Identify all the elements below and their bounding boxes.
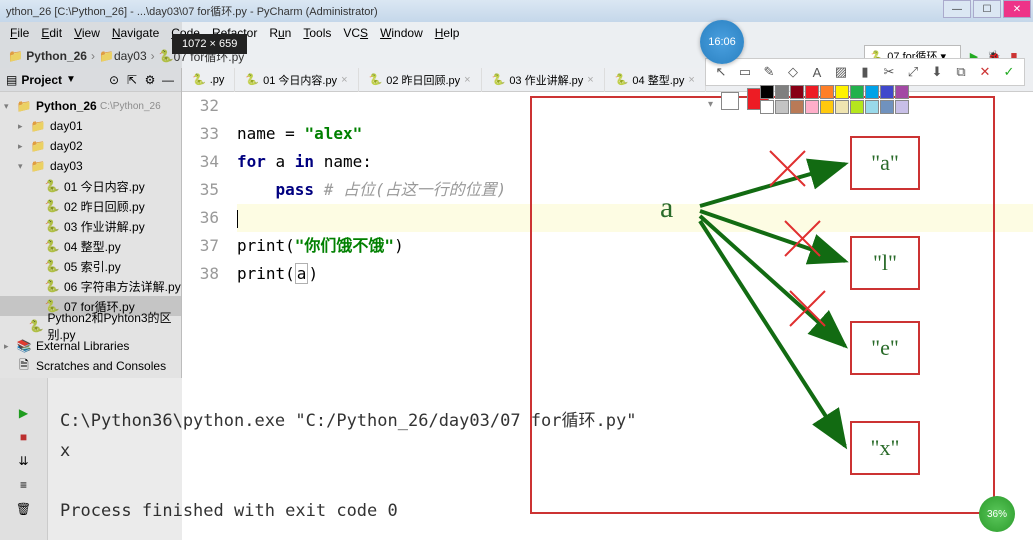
maximize-button[interactable]: ☐: [973, 0, 1001, 18]
swatch[interactable]: [850, 100, 864, 114]
menu-tools[interactable]: Tools: [297, 26, 337, 40]
swatch[interactable]: [895, 100, 909, 114]
tab-3[interactable]: 🐍03 作业讲解.py×: [482, 68, 605, 92]
swatch[interactable]: [835, 85, 849, 99]
tree-file-diff[interactable]: 🐍Python2和Pyhton3的区别.py: [0, 316, 181, 336]
swatch[interactable]: [865, 85, 879, 99]
swatch[interactable]: [760, 85, 774, 99]
tab-0[interactable]: 🐍.py: [182, 68, 235, 92]
swatch[interactable]: [880, 100, 894, 114]
sidebar-settings-icon[interactable]: ⚙: [143, 73, 157, 87]
menu-help[interactable]: Help: [429, 26, 466, 40]
tree-file-05[interactable]: 🐍05 索引.py: [0, 256, 181, 276]
tree-file-03[interactable]: 🐍03 作业讲解.py: [0, 216, 181, 236]
menu-vcs[interactable]: VCS: [337, 26, 374, 40]
swatch[interactable]: [850, 85, 864, 99]
window-title: ython_26 [C:\Python_26] - ...\day03\07 f…: [6, 3, 378, 19]
swatch[interactable]: [790, 85, 804, 99]
color-palette[interactable]: [760, 85, 909, 114]
fill-icon[interactable]: ▨: [832, 63, 850, 81]
swatch[interactable]: [775, 85, 789, 99]
dimension-badge: 1072 × 659: [172, 34, 247, 54]
menu-run[interactable]: Run: [263, 26, 297, 40]
swatch[interactable]: [895, 85, 909, 99]
diagram-box-x: "x": [850, 421, 920, 475]
minimize-button[interactable]: —: [943, 0, 971, 18]
tree-file-02[interactable]: 🐍02 昨日回顾.py: [0, 196, 181, 216]
sidebar-locate-icon[interactable]: ⇱: [125, 73, 139, 87]
shapes-icon[interactable]: ◇: [784, 63, 802, 81]
close-icon[interactable]: ×: [464, 74, 470, 86]
diagram-var: a: [660, 191, 673, 225]
menu-view[interactable]: View: [68, 26, 106, 40]
annotation-toolbar: ↖ ▭ ✎ ◇ A ▨ ▮ ✂ ⤢ ⬇ ⧉ ✕ ✓: [705, 58, 1025, 86]
tab-4[interactable]: 🐍04 整型.py×: [605, 68, 706, 92]
sidebar-title: Project: [21, 73, 62, 87]
close-button[interactable]: ✕: [1003, 0, 1031, 18]
select-icon[interactable]: ▭: [736, 63, 754, 81]
close-icon[interactable]: ×: [341, 74, 347, 86]
resize-icon[interactable]: ⤢: [904, 63, 922, 81]
menu-bar: File Edit View Navigate Code Refactor Ru…: [0, 22, 1033, 44]
diagram-box-e: "e": [850, 321, 920, 375]
text-icon[interactable]: A: [808, 63, 826, 81]
tab-1[interactable]: 🐍01 今日内容.py×: [235, 68, 358, 92]
tree-file-01[interactable]: 🐍01 今日内容.py: [0, 176, 181, 196]
swatch[interactable]: [820, 85, 834, 99]
tree-day01[interactable]: ▸📁day01: [0, 116, 181, 136]
close-icon[interactable]: ×: [587, 74, 593, 86]
menu-window[interactable]: Window: [374, 26, 429, 40]
rerun-icon[interactable]: ▶: [17, 406, 31, 420]
title-bar: ython_26 [C:\Python_26] - ...\day03\07 f…: [0, 0, 1033, 22]
cursor-icon[interactable]: ↖: [712, 63, 730, 81]
swatch[interactable]: [880, 85, 894, 99]
menu-edit[interactable]: Edit: [35, 26, 68, 40]
swatch[interactable]: [820, 100, 834, 114]
swatch[interactable]: [865, 100, 879, 114]
run-trash-icon[interactable]: 🗑: [17, 502, 31, 516]
copy-icon[interactable]: ⧉: [952, 63, 970, 81]
tree-scratches[interactable]: 🗎Scratches and Consoles: [0, 356, 181, 376]
swatch-brush[interactable]: [721, 92, 739, 110]
breadcrumb-folder[interactable]: day03: [114, 49, 147, 63]
zoom-badge: 36%: [979, 496, 1015, 532]
sidebar-hide-icon[interactable]: —: [161, 73, 175, 87]
diagram-box-a: "a": [850, 136, 920, 190]
undo-icon[interactable]: ✕: [976, 63, 994, 81]
swatch[interactable]: [805, 85, 819, 99]
clock-badge: 16:06: [700, 20, 744, 64]
swatch[interactable]: [790, 100, 804, 114]
swatch[interactable]: [760, 100, 774, 114]
tab-2[interactable]: 🐍02 昨日回顾.py×: [359, 68, 482, 92]
tree-day02[interactable]: ▸📁day02: [0, 136, 181, 156]
crop-icon[interactable]: ✂: [880, 63, 898, 81]
close-icon[interactable]: ×: [688, 74, 694, 86]
menu-file[interactable]: File: [4, 26, 35, 40]
swatch[interactable]: [835, 100, 849, 114]
diagram-overlay: a "a" "l" "e" "x": [530, 96, 1010, 516]
tree-file-04[interactable]: 🐍04 整型.py: [0, 236, 181, 256]
run-print-icon[interactable]: ≡: [17, 478, 31, 492]
swatch[interactable]: [775, 100, 789, 114]
stop-run-icon[interactable]: ■: [17, 430, 31, 444]
diagram-box-l: "l": [850, 236, 920, 290]
breadcrumb-project[interactable]: Python_26: [26, 49, 87, 63]
menu-navigate[interactable]: Navigate: [106, 26, 165, 40]
run-settings-icon[interactable]: ⇊: [17, 454, 31, 468]
swatch[interactable]: [805, 100, 819, 114]
download-icon[interactable]: ⬇: [928, 63, 946, 81]
pencil-icon[interactable]: ✎: [760, 63, 778, 81]
tree-root[interactable]: ▾📁Python_26 C:\Python_26: [0, 96, 181, 116]
sidebar-collapse-icon[interactable]: ⊙: [107, 73, 121, 87]
tree-file-06[interactable]: 🐍06 字符串方法详解.py: [0, 276, 181, 296]
confirm-icon[interactable]: ✓: [1000, 63, 1018, 81]
project-sidebar: ▤ Project ▼ ⊙ ⇱ ⚙ — ▾📁Python_26 C:\Pytho…: [0, 68, 182, 388]
tree-day03[interactable]: ▾📁day03: [0, 156, 181, 176]
bucket-icon[interactable]: ▮: [856, 63, 874, 81]
